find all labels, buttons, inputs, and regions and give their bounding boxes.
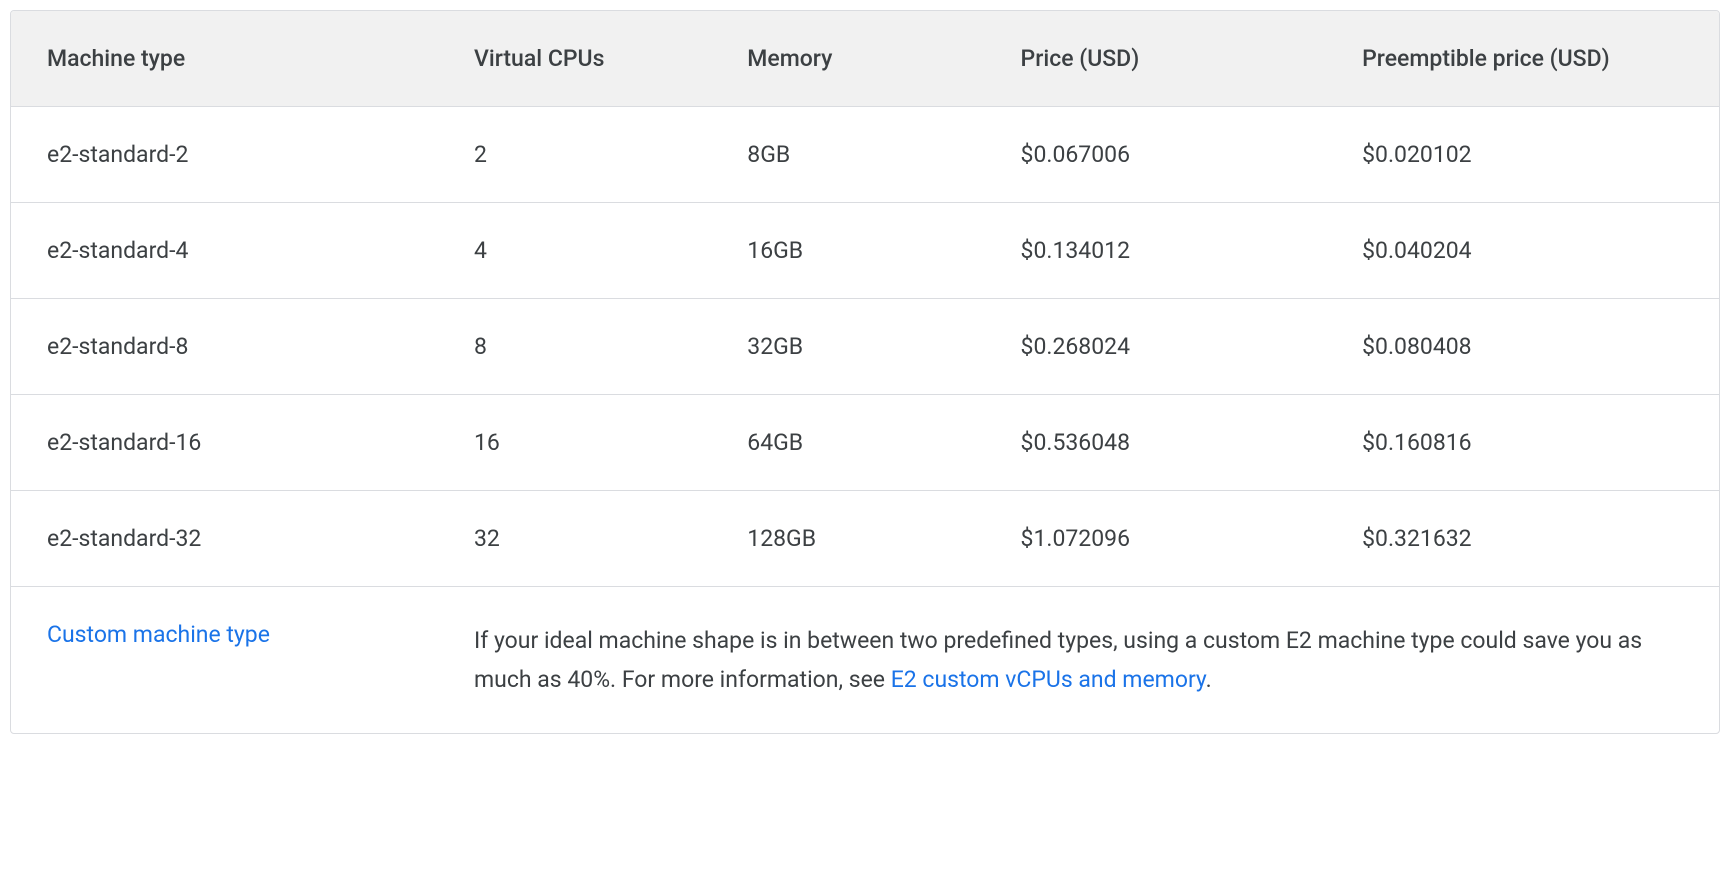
cell-preemptible: $0.080408 bbox=[1326, 299, 1719, 395]
cell-preemptible: $0.321632 bbox=[1326, 491, 1719, 587]
cell-vcpu: 4 bbox=[438, 203, 711, 299]
cell-preemptible: $0.040204 bbox=[1326, 203, 1719, 299]
header-machine-type: Machine type bbox=[11, 11, 438, 107]
cell-memory: 16GB bbox=[711, 203, 984, 299]
cell-vcpu: 32 bbox=[438, 491, 711, 587]
e2-custom-link[interactable]: E2 custom vCPUs and memory bbox=[891, 666, 1206, 693]
header-vcpu: Virtual CPUs bbox=[438, 11, 711, 107]
cell-memory: 128GB bbox=[711, 491, 984, 587]
pricing-table-container: Machine type Virtual CPUs Memory Price (… bbox=[10, 10, 1720, 734]
cell-custom-link: Custom machine type bbox=[11, 587, 438, 734]
cell-vcpu: 8 bbox=[438, 299, 711, 395]
table-footer-row: Custom machine type If your ideal machin… bbox=[11, 587, 1719, 734]
header-preemptible: Preemptible price (USD) bbox=[1326, 11, 1719, 107]
cell-vcpu: 2 bbox=[438, 107, 711, 203]
cell-memory: 64GB bbox=[711, 395, 984, 491]
footer-text: If your ideal machine shape is in betwee… bbox=[474, 627, 1642, 693]
pricing-table: Machine type Virtual CPUs Memory Price (… bbox=[11, 11, 1719, 733]
cell-memory: 32GB bbox=[711, 299, 984, 395]
cell-price: $1.072096 bbox=[985, 491, 1327, 587]
header-memory: Memory bbox=[711, 11, 984, 107]
cell-footer-description: If your ideal machine shape is in betwee… bbox=[438, 587, 1719, 734]
cell-price: $0.536048 bbox=[985, 395, 1327, 491]
table-row: e2-standard-32 32 128GB $1.072096 $0.321… bbox=[11, 491, 1719, 587]
cell-machine-type: e2-standard-16 bbox=[11, 395, 438, 491]
table-row: e2-standard-2 2 8GB $0.067006 $0.020102 bbox=[11, 107, 1719, 203]
cell-price: $0.268024 bbox=[985, 299, 1327, 395]
footer-text-part2: . bbox=[1206, 666, 1212, 693]
table-row: e2-standard-4 4 16GB $0.134012 $0.040204 bbox=[11, 203, 1719, 299]
cell-price: $0.067006 bbox=[985, 107, 1327, 203]
table-row: e2-standard-16 16 64GB $0.536048 $0.1608… bbox=[11, 395, 1719, 491]
custom-machine-type-link[interactable]: Custom machine type bbox=[47, 621, 270, 648]
cell-preemptible: $0.020102 bbox=[1326, 107, 1719, 203]
cell-memory: 8GB bbox=[711, 107, 984, 203]
cell-price: $0.134012 bbox=[985, 203, 1327, 299]
header-price: Price (USD) bbox=[985, 11, 1327, 107]
cell-machine-type: e2-standard-32 bbox=[11, 491, 438, 587]
cell-machine-type: e2-standard-8 bbox=[11, 299, 438, 395]
table-header-row: Machine type Virtual CPUs Memory Price (… bbox=[11, 11, 1719, 107]
cell-machine-type: e2-standard-4 bbox=[11, 203, 438, 299]
cell-vcpu: 16 bbox=[438, 395, 711, 491]
cell-machine-type: e2-standard-2 bbox=[11, 107, 438, 203]
cell-preemptible: $0.160816 bbox=[1326, 395, 1719, 491]
table-row: e2-standard-8 8 32GB $0.268024 $0.080408 bbox=[11, 299, 1719, 395]
